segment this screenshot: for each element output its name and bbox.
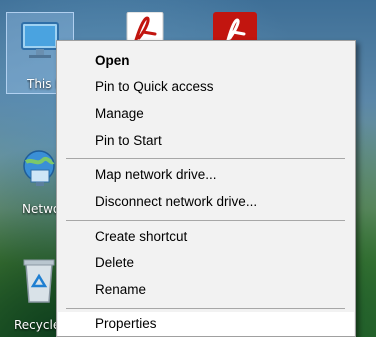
menu-item-rename[interactable]: Rename (58, 278, 354, 302)
menu-item-label: Manage (95, 106, 144, 121)
menu-item-label: Pin to Start (95, 133, 162, 148)
menu-item-delete[interactable]: Delete (58, 251, 354, 275)
menu-item-disconnect-network-drive[interactable]: Disconnect network drive... (58, 190, 354, 214)
menu-item-label: Delete (95, 255, 135, 270)
desktop-icon-pdf-1[interactable] (112, 8, 178, 47)
menu-item-properties[interactable]: Properties (58, 312, 354, 336)
menu-separator (66, 220, 345, 221)
network-icon (17, 146, 61, 190)
menu-item-pin-to-quick-access[interactable]: Pin to Quick access (58, 75, 354, 99)
menu-item-label: Disconnect network drive... (95, 194, 258, 209)
menu-separator (66, 158, 345, 159)
menu-separator (66, 308, 345, 309)
menu-item-pin-to-start[interactable]: Pin to Start (58, 129, 354, 153)
desktop-icon-label: Network (22, 202, 60, 216)
desktop-icon-pdf-2[interactable] (202, 8, 268, 46)
recycle-bin-icon (17, 256, 61, 306)
desktop-background: This PC Network (0, 0, 376, 337)
menu-item-manage[interactable]: Manage (58, 102, 354, 126)
desktop-icon-label: Recycle Bin (14, 318, 62, 332)
menu-item-create-shortcut[interactable]: Create shortcut (58, 225, 354, 249)
menu-item-label: Create shortcut (95, 229, 188, 244)
menu-item-map-network-drive[interactable]: Map network drive... (58, 163, 354, 187)
menu-item-label: Open (95, 53, 130, 68)
menu-item-label: Map network drive... (95, 167, 217, 182)
menu-item-label: Pin to Quick access (95, 79, 214, 94)
menu-item-open[interactable]: Open (58, 49, 354, 73)
menu-item-label: Properties (95, 316, 157, 331)
context-menu: Open Pin to Quick access Manage Pin to S… (56, 40, 356, 337)
menu-item-label: Rename (95, 282, 147, 297)
